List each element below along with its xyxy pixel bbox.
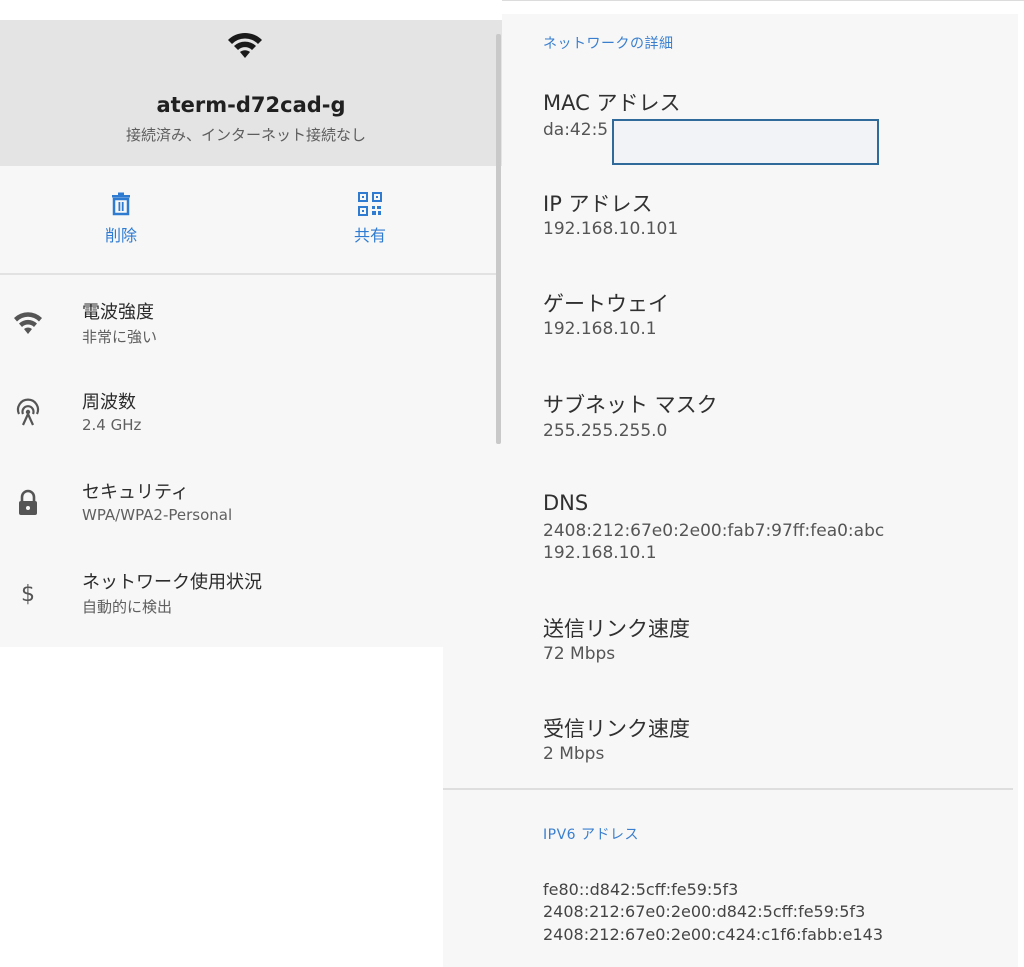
signal-strength-value: 非常に強い xyxy=(82,328,158,346)
lock-icon xyxy=(19,489,37,515)
divider xyxy=(0,273,500,275)
network-summary-panel: aterm-d72cad-g 接続済み、インターネット接続なし 削除 共有 電波… xyxy=(0,20,502,647)
subnet-mask-value: 255.255.255.0 xyxy=(543,421,668,441)
top-border xyxy=(502,0,1024,1)
gateway-value: 192.168.10.1 xyxy=(543,319,657,339)
rx-link-speed-label: 受信リンク速度 xyxy=(543,717,690,741)
share-label: 共有 xyxy=(353,226,386,245)
network-details-heading: ネットワークの詳細 xyxy=(543,36,674,52)
delete-button[interactable]: 削除 xyxy=(81,192,161,246)
network-ssid: aterm-d72cad-g xyxy=(156,93,346,117)
frequency-row: 周波数 2.4 GHz xyxy=(0,388,500,448)
frequency-value: 2.4 GHz xyxy=(82,416,142,434)
svg-text:$: $ xyxy=(21,582,35,607)
delete-label: 削除 xyxy=(104,226,137,245)
frequency-title: 周波数 xyxy=(82,392,136,413)
network-header: aterm-d72cad-g 接続済み、インターネット接続なし xyxy=(0,20,502,166)
security-row: セキュリティ WPA/WPA2-Personal xyxy=(0,478,500,538)
antenna-icon xyxy=(16,398,40,426)
trash-icon xyxy=(112,192,130,216)
wifi-icon xyxy=(228,32,262,58)
rx-link-speed-value: 2 Mbps xyxy=(543,744,605,764)
wifi-signal-icon xyxy=(14,312,42,334)
network-usage-row[interactable]: $ ネットワーク使用状況 自動的に検出 xyxy=(0,568,500,628)
signal-strength-title: 電波強度 xyxy=(82,302,154,323)
ip-address-value: 192.168.10.101 xyxy=(543,219,679,239)
security-title: セキュリティ xyxy=(82,482,189,503)
dns-label: DNS xyxy=(543,491,589,515)
gateway-label: ゲートウェイ xyxy=(543,292,669,316)
network-usage-title: ネットワーク使用状況 xyxy=(82,572,262,593)
signal-strength-row: 電波強度 非常に強い xyxy=(0,298,500,358)
ipv6-address: 2408:212:67e0:2e00:d842:5cff:fe59:5f3 xyxy=(543,902,866,921)
network-usage-value: 自動的に検出 xyxy=(82,598,173,616)
dollar-icon: $ xyxy=(21,582,35,607)
ipv6-address: fe80::d842:5cff:fe59:5f3 xyxy=(543,880,739,899)
mac-address-value: da:42:5 xyxy=(543,120,609,140)
ipv6-address: 2408:212:67e0:2e00:c424:c1f6:fabb:e143 xyxy=(543,925,884,944)
dns-value: 2408:212:67e0:2e00:fab7:97ff:fea0:abc xyxy=(543,521,885,541)
security-value: WPA/WPA2-Personal xyxy=(82,506,233,524)
ip-address-label: IP アドレス xyxy=(543,192,653,216)
dns-value: 192.168.10.1 xyxy=(543,543,657,563)
mac-address-label: MAC アドレス xyxy=(543,91,681,115)
redaction-box xyxy=(612,119,879,165)
tx-link-speed-value: 72 Mbps xyxy=(543,644,616,664)
connection-status: 接続済み、インターネット接続なし xyxy=(125,126,366,144)
tx-link-speed-label: 送信リンク速度 xyxy=(543,617,690,641)
subnet-mask-label: サブネット マスク xyxy=(543,393,718,417)
qr-code-icon xyxy=(358,192,382,216)
share-button[interactable]: 共有 xyxy=(330,192,410,246)
ipv6-heading: IPV6 アドレス xyxy=(543,827,640,843)
scrollbar[interactable] xyxy=(496,34,501,444)
divider xyxy=(443,788,1013,790)
